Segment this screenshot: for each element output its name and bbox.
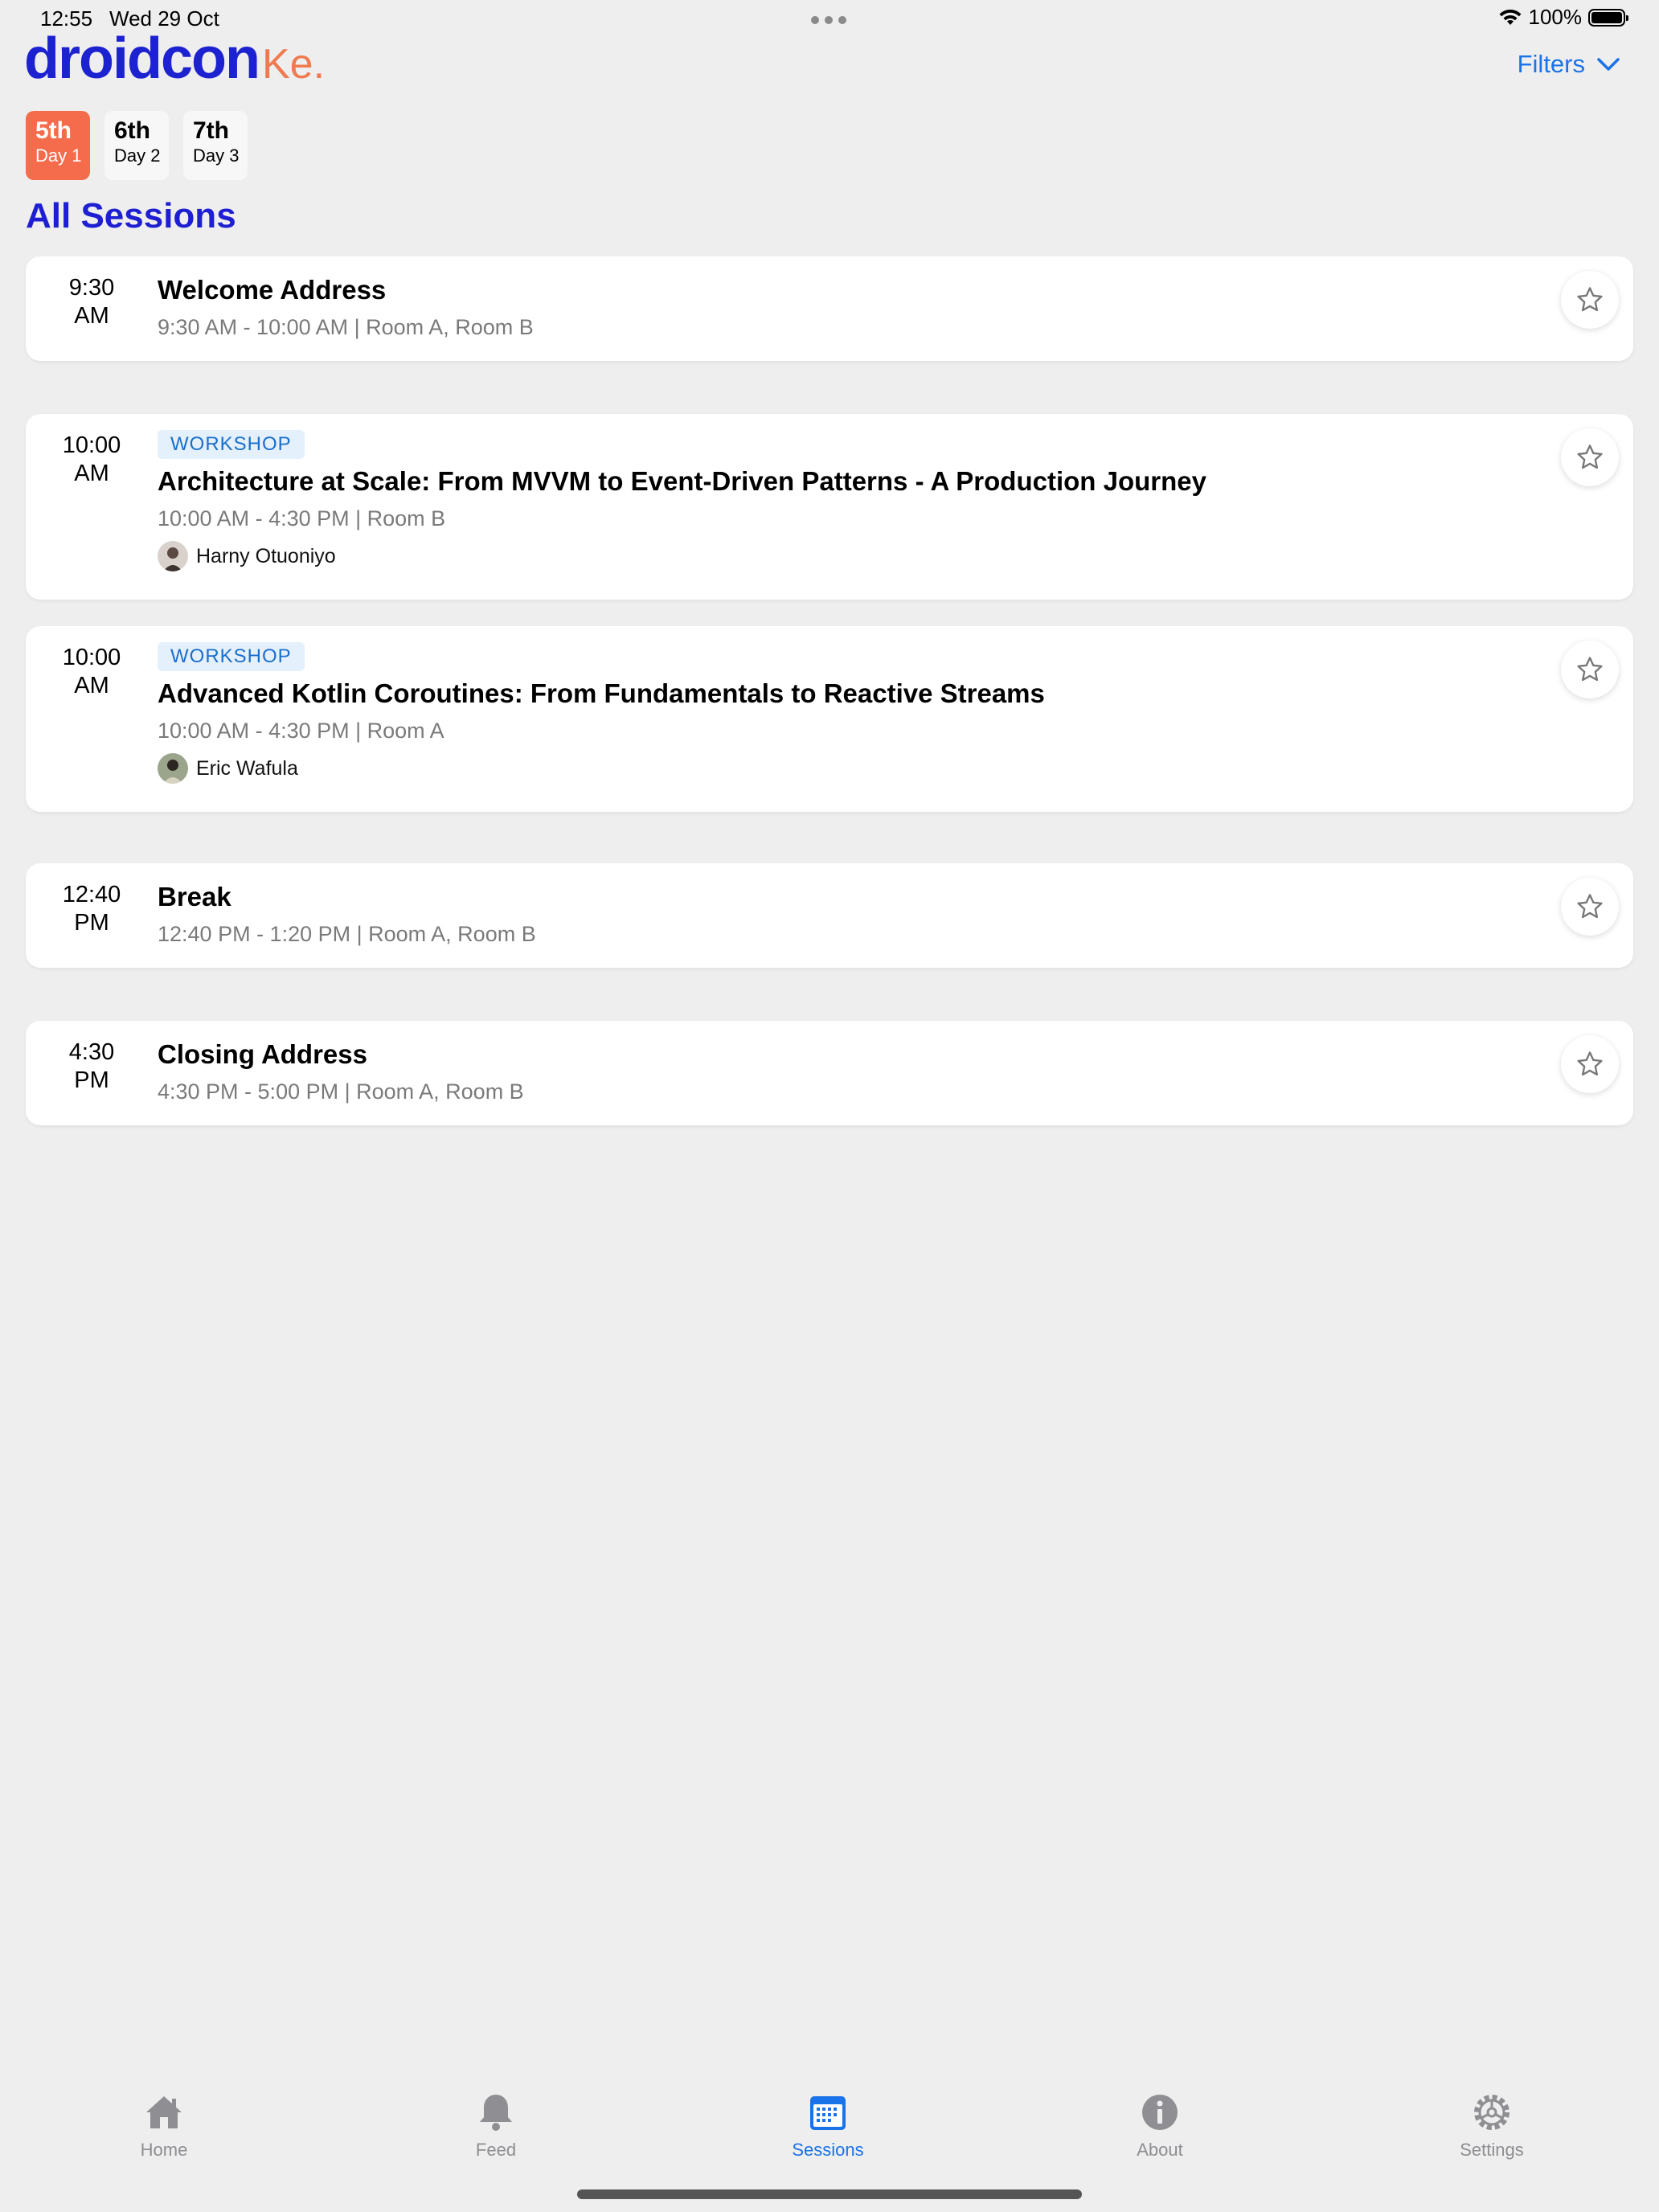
- tab-about[interactable]: About: [1088, 2090, 1232, 2161]
- session-time-ampm: PM: [74, 910, 109, 936]
- speaker-name: Eric Wafula: [196, 756, 298, 780]
- day-tab-3[interactable]: 7th Day 3: [183, 111, 248, 180]
- speaker[interactable]: Eric Wafula: [158, 753, 1521, 784]
- star-icon: [1577, 657, 1603, 682]
- session-time: 10:00 AM: [26, 644, 158, 700]
- session-time-value: 4:30: [68, 1039, 115, 1065]
- session-meta: 9:30 AM - 10:00 AM | Room A, Room B: [158, 315, 534, 339]
- logo-suffix-text: Ke.: [261, 41, 326, 88]
- bookmark-button[interactable]: [1561, 428, 1619, 486]
- chevron-down-icon: [1597, 58, 1620, 71]
- day-number: 5th: [35, 117, 72, 144]
- speaker-name: Harny Otuoniyo: [196, 544, 336, 567]
- gear-icon: [1474, 2095, 1509, 2130]
- session-time-value: 12:40: [62, 882, 121, 907]
- session-time-ampm: AM: [74, 461, 109, 486]
- day-label: Day 3: [193, 145, 240, 166]
- session-card[interactable]: 10:00 AM WORKSHOP Architecture at Scale:…: [26, 414, 1633, 600]
- session-time-ampm: PM: [74, 1067, 109, 1093]
- droidcon-logo: droidcon Ke.: [24, 27, 325, 91]
- day-number: 6th: [114, 117, 150, 144]
- session-title: Break: [158, 882, 231, 911]
- tab-label: Settings: [1460, 2140, 1524, 2160]
- session-title: Welcome Address: [158, 275, 387, 305]
- tab-label: Home: [140, 2140, 188, 2160]
- session-time: 10:00 AM: [26, 432, 158, 488]
- bookmark-button[interactable]: [1561, 271, 1619, 329]
- day-number: 7th: [193, 117, 229, 144]
- session-meta: 10:00 AM - 4:30 PM | Room B: [158, 506, 446, 530]
- session-time-ampm: AM: [74, 673, 109, 698]
- session-card[interactable]: 12:40 PM Break 12:40 PM - 1:20 PM | Room…: [26, 863, 1633, 968]
- day-tab-1[interactable]: 5th Day 1: [26, 111, 90, 180]
- session-title: Architecture at Scale: From MVVM to Even…: [158, 466, 1206, 496]
- tab-bar: Home Feed Sessions About Settings: [0, 2090, 1659, 2178]
- tab-feed[interactable]: Feed: [424, 2090, 568, 2161]
- session-time-ampm: AM: [74, 303, 109, 329]
- session-time-value: 9:30: [68, 275, 115, 301]
- avatar: [158, 541, 188, 571]
- battery-percent: 100%: [1528, 5, 1583, 29]
- tab-label: About: [1137, 2140, 1183, 2160]
- wifi-icon: [1499, 9, 1521, 25]
- session-time-value: 10:00: [62, 432, 121, 458]
- speaker[interactable]: Harny Otuoniyo: [158, 541, 1521, 571]
- bookmark-button[interactable]: [1561, 1035, 1619, 1093]
- tab-label: Sessions: [792, 2140, 864, 2160]
- section-title: All Sessions: [26, 196, 236, 236]
- bookmark-button[interactable]: [1561, 878, 1619, 936]
- star-icon: [1577, 287, 1603, 312]
- tab-home[interactable]: Home: [92, 2090, 236, 2161]
- tab-label: Feed: [475, 2140, 517, 2160]
- session-card[interactable]: 9:30 AM Welcome Address 9:30 AM - 10:00 …: [26, 256, 1633, 361]
- session-meta: 12:40 PM - 1:20 PM | Room A, Room B: [158, 922, 536, 946]
- session-time: 9:30 AM: [26, 274, 158, 330]
- avatar: [158, 753, 188, 784]
- filters-button[interactable]: Filters: [1518, 50, 1620, 79]
- session-time-value: 10:00: [62, 645, 121, 670]
- workshop-badge: WORKSHOP: [158, 430, 305, 459]
- session-title: Advanced Kotlin Coroutines: From Fundame…: [158, 678, 1045, 708]
- info-icon: [1142, 2095, 1178, 2130]
- bell-icon: [480, 2095, 512, 2131]
- day-tab-2[interactable]: 6th Day 2: [104, 111, 169, 180]
- session-meta: 4:30 PM - 5:00 PM | Room A, Room B: [158, 1079, 524, 1104]
- session-card[interactable]: 4:30 PM Closing Address 4:30 PM - 5:00 P…: [26, 1021, 1633, 1125]
- session-time: 12:40 PM: [26, 881, 158, 937]
- session-time: 4:30 PM: [26, 1038, 158, 1095]
- session-meta: 10:00 AM - 4:30 PM | Room A: [158, 719, 444, 743]
- calendar-icon: [810, 2096, 846, 2130]
- star-icon: [1577, 894, 1603, 919]
- star-icon: [1577, 444, 1603, 469]
- day-label: Day 1: [35, 145, 82, 166]
- logo-main-text: droidcon: [24, 27, 260, 91]
- day-selector: 5th Day 1 6th Day 2 7th Day 3: [26, 111, 248, 180]
- day-label: Day 2: [114, 145, 161, 166]
- tab-sessions[interactable]: Sessions: [756, 2090, 900, 2161]
- battery-icon: [1588, 8, 1628, 27]
- session-title: Closing Address: [158, 1039, 367, 1069]
- bookmark-button[interactable]: [1561, 641, 1619, 698]
- status-indicators: 100%: [1498, 5, 1628, 30]
- filters-label: Filters: [1517, 50, 1585, 78]
- tab-settings[interactable]: Settings: [1419, 2090, 1564, 2161]
- star-icon: [1577, 1051, 1603, 1076]
- session-card[interactable]: 10:00 AM WORKSHOP Advanced Kotlin Corout…: [26, 626, 1633, 812]
- home-indicator[interactable]: [577, 2189, 1082, 2199]
- home-icon: [146, 2096, 182, 2128]
- multitasking-dots[interactable]: [811, 16, 846, 24]
- workshop-badge: WORKSHOP: [158, 642, 305, 671]
